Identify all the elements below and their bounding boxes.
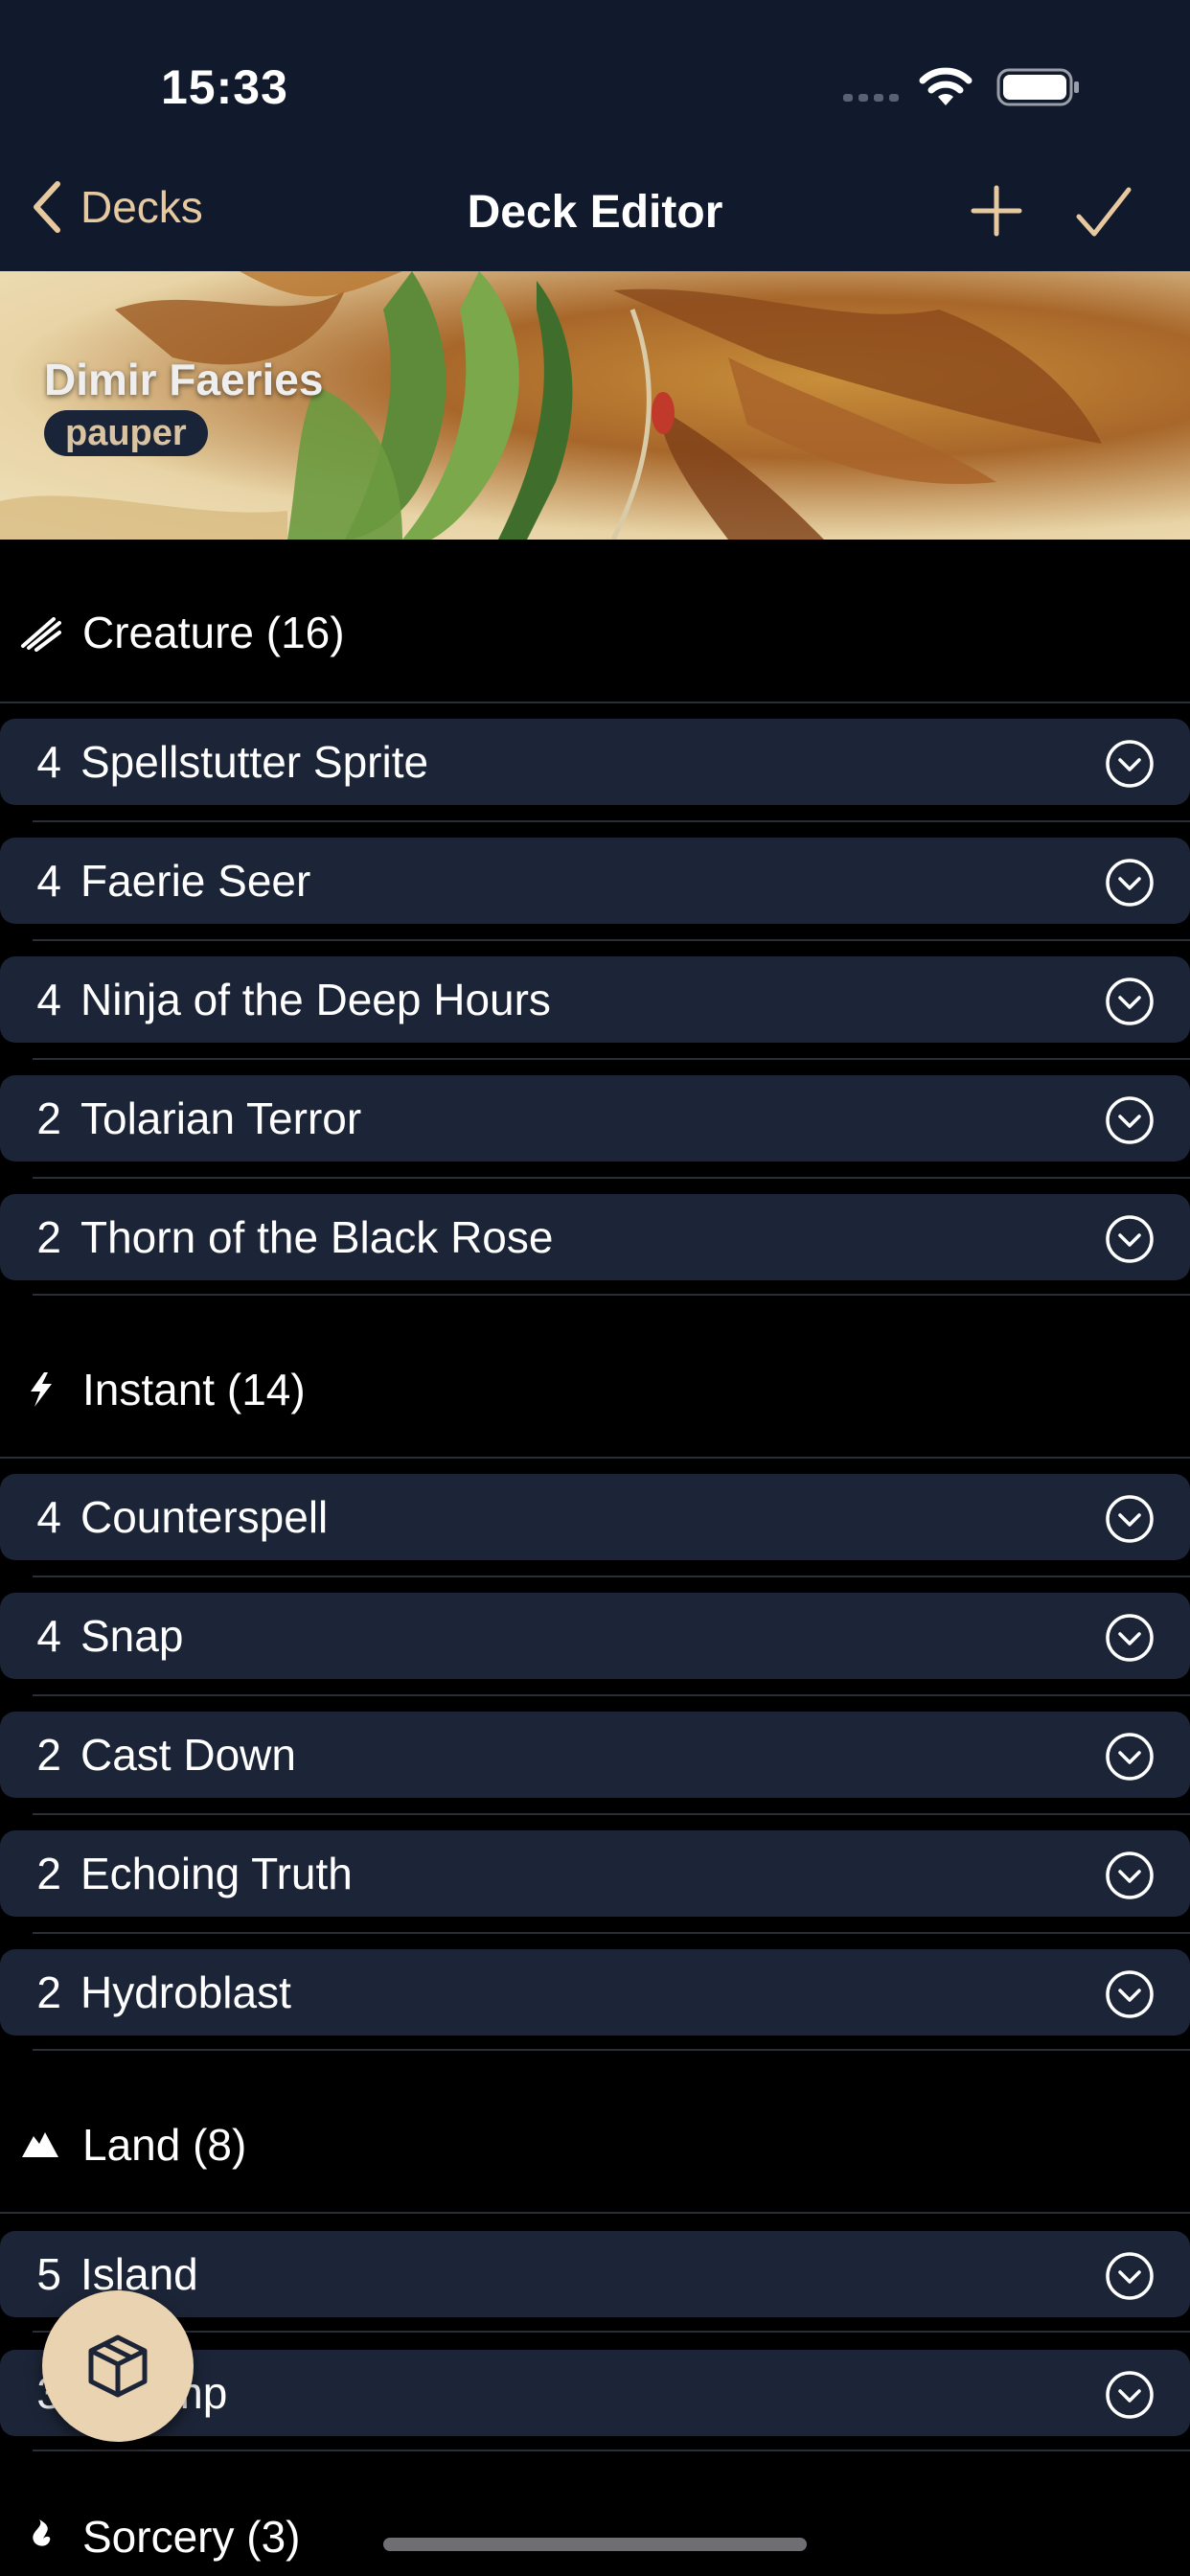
card-name: Swamp (80, 2367, 1190, 2419)
deck-banner: Dimir Faeries pauper (0, 271, 1190, 540)
chevron-down-circle-icon[interactable] (1104, 1213, 1156, 1265)
home-indicator[interactable] (383, 2538, 807, 2551)
card-quantity: 2 (36, 1849, 61, 1898)
section-label: Instant (14) (82, 1365, 306, 1414)
card-quantity: 2 (36, 1093, 61, 1143)
divider (33, 1932, 1190, 1934)
section-label: Creature (16) (82, 608, 345, 657)
cube-icon (88, 2334, 148, 2398)
status-time: 15:33 (161, 60, 288, 114)
card-name: Tolarian Terror (80, 1093, 362, 1143)
divider (33, 2450, 1190, 2451)
card-row[interactable]: 2 Echoing Truth (0, 1830, 1190, 1917)
divider (33, 1294, 1190, 1296)
card-quantity: 2 (36, 1212, 61, 1262)
card-quantity: 4 (36, 975, 61, 1024)
battery-icon (996, 68, 1079, 106)
card-row[interactable]: 2 Tolarian Terror (0, 1075, 1190, 1162)
card-name: Snap (80, 1611, 184, 1661)
card-row[interactable]: 4 Ninja of the Deep Hours (0, 956, 1190, 1043)
deck-format-badge: pauper (44, 410, 208, 456)
section-header-sorcery: Sorcery (3) (0, 2497, 1190, 2576)
divider (33, 2049, 1190, 2051)
sorcery-flame-icon (19, 2516, 61, 2558)
chevron-down-circle-icon[interactable] (1104, 1968, 1156, 2020)
divider (0, 702, 1190, 703)
section-header-creature: Creature (16) (0, 585, 1190, 680)
divider (0, 2212, 1190, 2214)
divider (0, 1457, 1190, 1459)
card-name: Island (80, 2249, 198, 2299)
divider (33, 939, 1190, 941)
chevron-down-circle-icon[interactable] (1104, 976, 1156, 1027)
divider (33, 1694, 1190, 1696)
card-row[interactable]: 2 Cast Down (0, 1712, 1190, 1798)
divider (33, 2331, 1190, 2333)
wifi-icon (919, 67, 973, 105)
divider (33, 1813, 1190, 1815)
instant-bolt-icon (19, 1368, 61, 1411)
card-quantity: 2 (36, 1730, 61, 1780)
card-row[interactable]: 4 Spellstutter Sprite (0, 719, 1190, 805)
card-name: Echoing Truth (80, 1849, 353, 1898)
card-name: Faerie Seer (80, 856, 311, 906)
deck-cover-art (0, 271, 1102, 540)
section-header-instant: Instant (14) (0, 1342, 1190, 1438)
chevron-down-circle-icon[interactable] (1104, 1612, 1156, 1664)
divider (33, 1576, 1190, 1577)
done-button[interactable] (1075, 184, 1133, 242)
card-name: Cast Down (80, 1730, 296, 1780)
card-row[interactable]: 2 Hydroblast (0, 1949, 1190, 2036)
cellular-signal-icon (843, 94, 904, 104)
divider (33, 820, 1190, 822)
card-quantity: 4 (36, 737, 61, 787)
card-row[interactable]: 5 Island (0, 2231, 1190, 2317)
chevron-down-circle-icon[interactable] (1104, 1493, 1156, 1545)
creature-claw-icon (19, 611, 61, 654)
card-row[interactable]: 4 Faerie Seer (0, 838, 1190, 924)
card-name: Thorn of the Black Rose (80, 1212, 554, 1262)
section-label: Land (8) (82, 2120, 247, 2170)
card-row[interactable]: 4 Snap (0, 1593, 1190, 1679)
top-bar: 15:33 Decks Deck Editor (0, 0, 1190, 271)
chevron-down-circle-icon[interactable] (1104, 2369, 1156, 2421)
section-label: Sorcery (3) (82, 2512, 301, 2562)
card-row[interactable]: 2 Thorn of the Black Rose (0, 1194, 1190, 1280)
card-quantity: 4 (36, 1492, 61, 1542)
chevron-down-circle-icon[interactable] (1104, 1094, 1156, 1146)
card-name: Counterspell (80, 1492, 329, 1542)
card-quantity: 5 (36, 2249, 61, 2299)
divider (33, 1058, 1190, 1060)
card-name: Spellstutter Sprite (80, 737, 429, 787)
chevron-down-circle-icon[interactable] (1104, 738, 1156, 790)
divider (33, 1177, 1190, 1179)
card-quantity: 4 (36, 856, 61, 906)
card-row[interactable]: 4 Counterspell (0, 1474, 1190, 1560)
chevron-down-circle-icon[interactable] (1104, 2250, 1156, 2302)
deck-name: Dimir Faeries (44, 355, 324, 404)
chevron-down-circle-icon[interactable] (1104, 1731, 1156, 1782)
land-mountain-icon (19, 2124, 61, 2166)
card-quantity: 4 (36, 1611, 61, 1661)
deck-actions-button[interactable] (42, 2290, 194, 2442)
card-name: Hydroblast (80, 1967, 291, 2017)
card-name: Ninja of the Deep Hours (80, 975, 551, 1024)
chevron-down-circle-icon[interactable] (1104, 1850, 1156, 1901)
card-quantity: 2 (36, 1967, 61, 2017)
section-header-land: Land (8) (0, 2097, 1190, 2193)
add-card-button[interactable] (970, 184, 1023, 238)
chevron-down-circle-icon[interactable] (1104, 857, 1156, 908)
